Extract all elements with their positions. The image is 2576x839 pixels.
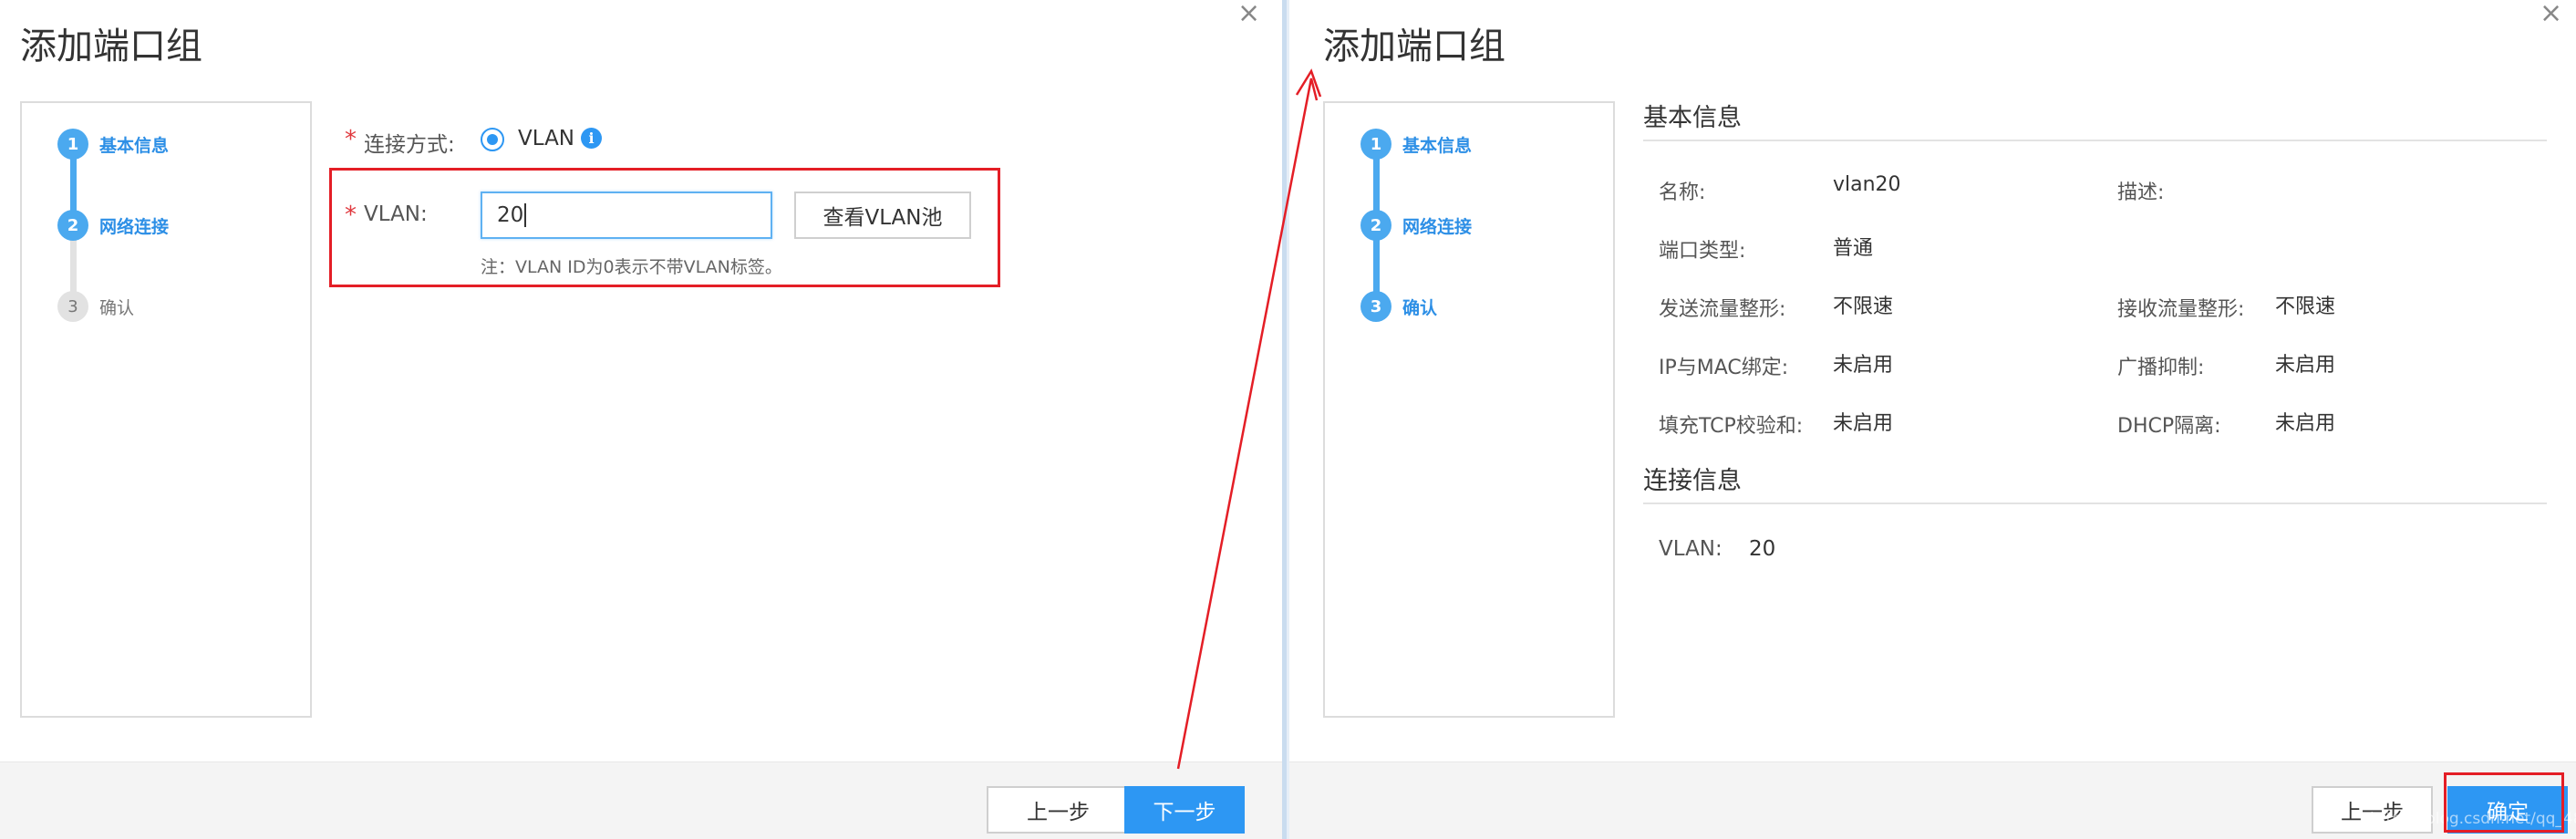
- add-port-group-dialog-step2: 添加端口组 × 1 基本信息 2 网络连接 3 确认 * 连接方式: VLAN …: [0, 0, 1285, 839]
- wizard-step-basic-info[interactable]: 1 基本信息: [57, 129, 169, 160]
- vlan-label: VLAN:: [364, 202, 428, 226]
- step-number: 1: [57, 129, 88, 160]
- connection-info-section-title: 连接信息: [1643, 467, 1742, 495]
- view-vlan-pool-button[interactable]: 查看VLAN池: [794, 192, 971, 239]
- next-step-button[interactable]: 下一步: [1124, 786, 1245, 834]
- wizard-step-confirm[interactable]: 3 确认: [57, 291, 134, 322]
- step-label: 网络连接: [99, 216, 170, 237]
- section-divider: [1643, 502, 2547, 504]
- wizard-step-basic-info[interactable]: 1 基本信息: [1360, 129, 1472, 160]
- name-label: 名称:: [1659, 181, 1706, 204]
- dhcp-isolation-label: DHCP隔离:: [2117, 415, 2221, 438]
- step-number: 3: [57, 291, 88, 322]
- step-number: 3: [1360, 291, 1391, 322]
- step-label: 基本信息: [1402, 135, 1473, 156]
- ip-mac-binding-label: IP与MAC绑定:: [1659, 357, 1789, 379]
- dialog-footer: 上一步 下一步: [0, 761, 1285, 839]
- vlan-id-value: 20: [497, 203, 524, 227]
- step-number: 1: [1360, 129, 1391, 160]
- dialog-footer: 上一步 确定 https://blog.csdn.net/qq_4825448: [1289, 761, 2576, 839]
- tcp-checksum-value: 未启用: [1833, 412, 1894, 435]
- wizard-step-confirm[interactable]: 3 确认: [1360, 291, 1437, 322]
- required-asterisk: *: [345, 126, 357, 153]
- close-icon[interactable]: ×: [1237, 0, 1260, 27]
- highlight-box-confirm: [2444, 772, 2564, 833]
- dialog-title: 添加端口组: [20, 26, 202, 67]
- vlan-id-input[interactable]: 20: [481, 192, 772, 239]
- step-number: 2: [1360, 210, 1391, 241]
- connection-vlan-label: VLAN:: [1659, 537, 1723, 561]
- connection-type-label: 连接方式:: [364, 133, 455, 157]
- tcp-checksum-label: 填充TCP校验和:: [1659, 415, 1804, 438]
- required-asterisk: *: [345, 202, 357, 229]
- send-shaping-value: 不限速: [1833, 295, 1894, 318]
- screenshot-root: 添加端口组 × 1 基本信息 2 网络连接 3 确认 * 连接方式: VLAN …: [0, 0, 2576, 839]
- wizard-step-network[interactable]: 2 网络连接: [57, 210, 169, 241]
- step-label: 确认: [99, 297, 135, 318]
- add-port-group-dialog-step3: 添加端口组 × 1 基本信息 2 网络连接 3 确认 基本信息 名称: vlan…: [1289, 0, 2576, 839]
- name-value: vlan20: [1833, 173, 1901, 196]
- step-label: 基本信息: [99, 135, 170, 156]
- broadcast-suppression-label: 广播抑制:: [2117, 357, 2205, 379]
- wizard-step-network[interactable]: 2 网络连接: [1360, 210, 1472, 241]
- recv-shaping-label: 接收流量整形:: [2117, 298, 2245, 321]
- recv-shaping-value: 不限速: [2275, 295, 2336, 318]
- ip-mac-binding-value: 未启用: [1833, 354, 1894, 377]
- vlan-hint-text: 注：VLAN ID为0表示不带VLAN标签。: [481, 257, 782, 277]
- section-divider: [1643, 140, 2547, 141]
- wizard-steps-panel: 1 基本信息 2 网络连接 3 确认: [1323, 101, 1615, 718]
- connection-vlan-value: 20: [1749, 537, 1776, 561]
- close-icon[interactable]: ×: [2540, 0, 2562, 27]
- dialog-title: 添加端口组: [1323, 26, 1505, 67]
- description-label: 描述:: [2117, 181, 2165, 204]
- step-number: 2: [57, 210, 88, 241]
- vlan-radio-button[interactable]: [481, 128, 504, 151]
- step-label: 确认: [1402, 297, 1438, 318]
- wizard-steps-panel: 1 基本信息 2 网络连接 3 确认: [20, 101, 312, 718]
- dhcp-isolation-value: 未启用: [2275, 412, 2336, 435]
- info-icon[interactable]: i: [581, 128, 602, 149]
- step-label: 网络连接: [1402, 216, 1473, 237]
- port-type-value: 普通: [1833, 237, 1874, 260]
- vlan-option-label[interactable]: VLAN: [518, 127, 574, 150]
- previous-step-button[interactable]: 上一步: [987, 786, 1130, 834]
- text-cursor: [524, 203, 527, 227]
- port-type-label: 端口类型:: [1659, 240, 1746, 263]
- basic-info-section-title: 基本信息: [1643, 104, 1742, 132]
- send-shaping-label: 发送流量整形:: [1659, 298, 1786, 321]
- broadcast-suppression-value: 未启用: [2275, 354, 2336, 377]
